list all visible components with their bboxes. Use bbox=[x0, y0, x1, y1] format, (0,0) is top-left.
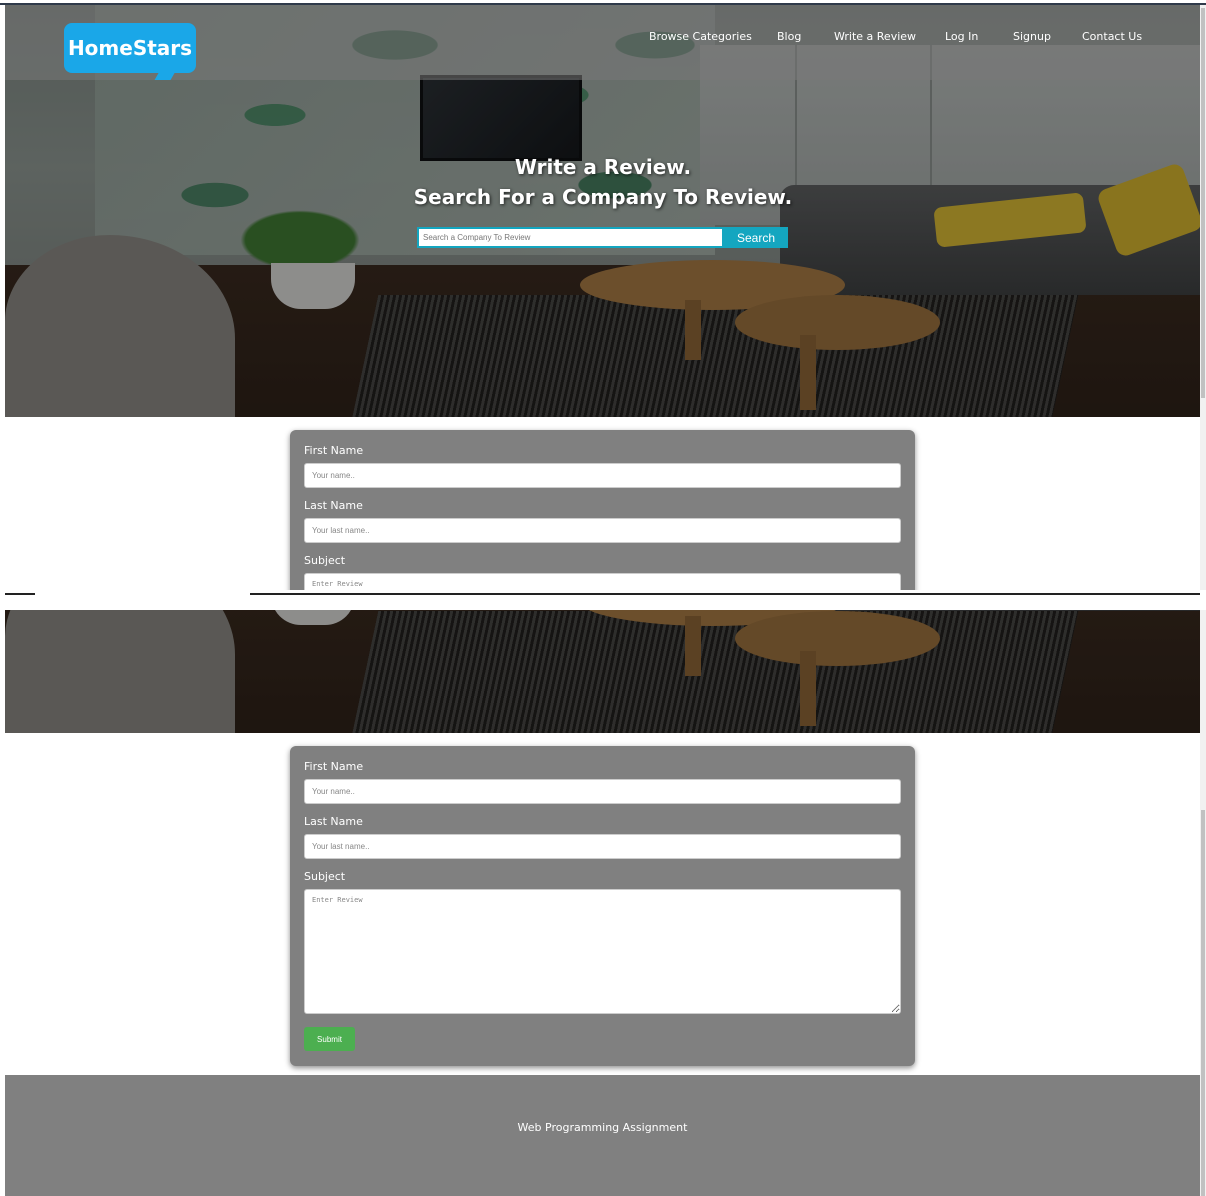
viewport-top: HomeStars Browse Categories Blog Write a… bbox=[0, 0, 1206, 596]
first-name-input[interactable] bbox=[304, 779, 901, 804]
viewport-bottom: First Name Last Name Subject Submit Web … bbox=[0, 610, 1206, 1196]
subject-label: Subject bbox=[304, 870, 346, 883]
hero-title-line1: Write a Review. bbox=[514, 155, 692, 179]
last-name-label: Last Name bbox=[304, 815, 363, 828]
submit-button[interactable]: Submit bbox=[304, 1027, 355, 1051]
search-button[interactable]: Search bbox=[724, 227, 788, 248]
last-name-input[interactable] bbox=[304, 834, 901, 859]
last-name-label: Last Name bbox=[304, 499, 363, 512]
nav-write-review[interactable]: Write a Review bbox=[834, 30, 916, 43]
footer: Web Programming Assignment bbox=[5, 1075, 1200, 1196]
first-name-input[interactable] bbox=[304, 463, 901, 488]
review-form-full: First Name Last Name Subject Submit bbox=[290, 746, 915, 1066]
hero-title-line2: Search For a Company To Review. bbox=[413, 185, 793, 209]
review-form: First Name Last Name Subject bbox=[290, 430, 915, 596]
nav-browse-categories[interactable]: Browse Categories bbox=[649, 30, 752, 43]
hero-background-scrolled bbox=[5, 610, 1200, 733]
subject-label: Subject bbox=[304, 554, 346, 567]
scrollbar-thumb[interactable] bbox=[1201, 8, 1205, 398]
nav-contact-us[interactable]: Contact Us bbox=[1082, 30, 1142, 43]
nav-log-in[interactable]: Log In bbox=[945, 30, 978, 43]
first-name-label: First Name bbox=[304, 444, 364, 457]
first-name-label: First Name bbox=[304, 760, 364, 773]
scrollbar-thumb[interactable] bbox=[1201, 810, 1205, 1196]
footer-text: Web Programming Assignment bbox=[517, 1121, 688, 1134]
nav-signup[interactable]: Signup bbox=[1013, 30, 1051, 43]
company-search-input[interactable] bbox=[417, 227, 724, 248]
company-search: Search bbox=[417, 227, 788, 248]
review-textarea[interactable] bbox=[304, 889, 901, 1014]
last-name-input[interactable] bbox=[304, 518, 901, 543]
nav-links: Browse Categories Blog Write a Review Lo… bbox=[0, 30, 1206, 50]
nav-blog[interactable]: Blog bbox=[777, 30, 801, 43]
